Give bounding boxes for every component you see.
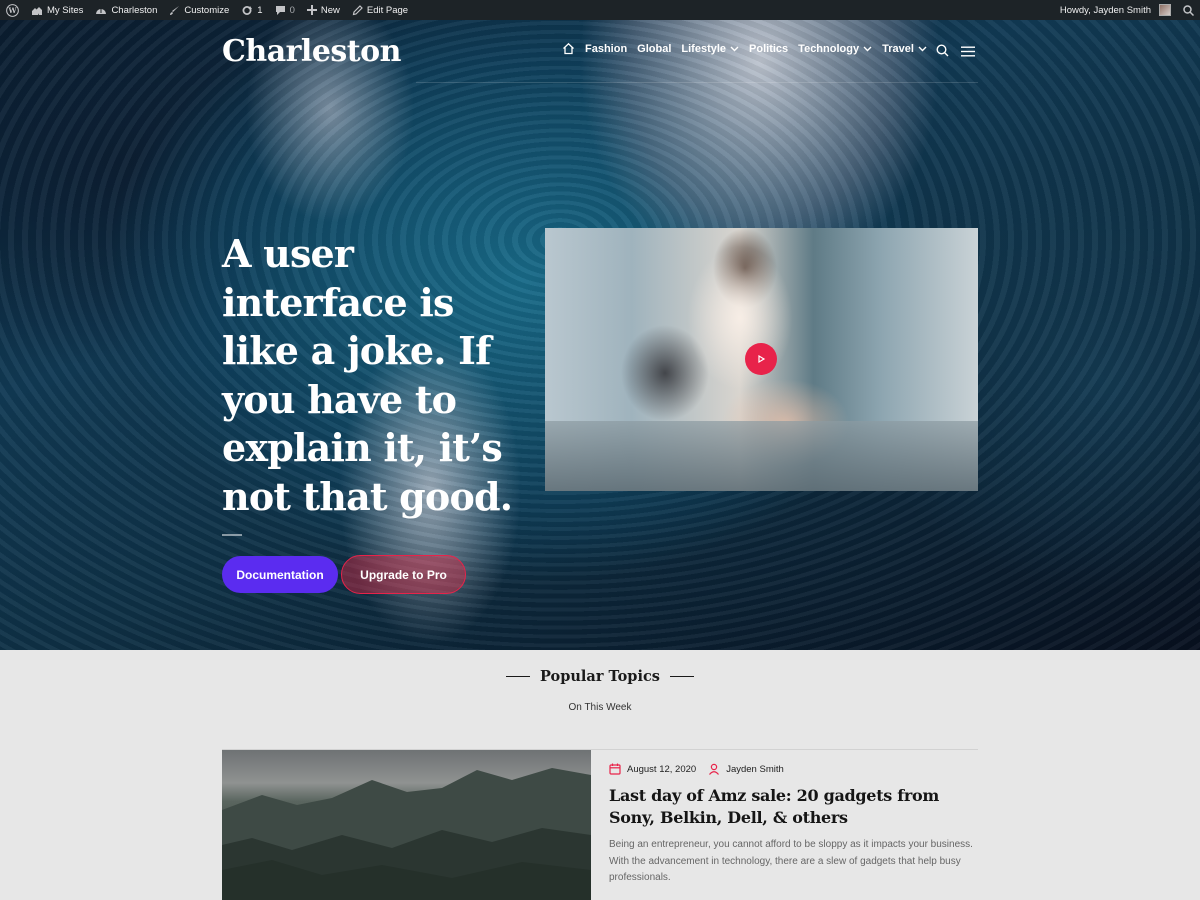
calendar-icon — [609, 763, 621, 775]
admin-bar: W My Sites Charleston Customize 1 0 New … — [0, 0, 1200, 20]
customize-link[interactable]: Customize — [163, 0, 235, 20]
hero-divider — [222, 534, 242, 536]
comment-icon — [275, 5, 285, 15]
heading-line — [669, 676, 694, 677]
upgrade-to-pro-button[interactable]: Upgrade to Pro — [341, 555, 466, 594]
home-icon[interactable] — [562, 42, 575, 55]
nav-item-lifestyle[interactable]: Lifestyle — [681, 43, 739, 55]
nav-item-politics[interactable]: Politics — [749, 43, 788, 55]
popular-topics-heading: Popular Topics — [0, 668, 1200, 685]
sites-icon — [32, 6, 42, 15]
post-thumbnail[interactable] — [222, 750, 591, 900]
new-label: New — [320, 4, 340, 16]
site-name-menu[interactable]: Charleston — [89, 0, 163, 20]
hamburger-menu-icon[interactable] — [961, 44, 975, 62]
chevron-down-icon — [918, 46, 927, 51]
updates-icon — [242, 5, 253, 15]
svg-text:W: W — [7, 6, 17, 15]
account-menu[interactable]: Howdy, Jayden Smith — [1054, 0, 1177, 20]
customize-label: Customize — [184, 4, 230, 16]
post-excerpt: Being an entrepreneur, you cannot afford… — [609, 839, 973, 883]
play-icon — [758, 354, 766, 364]
site-name-label: Charleston — [111, 4, 158, 16]
avatar — [1159, 4, 1171, 16]
post-meta: August 12, 2020 Jayden Smith — [609, 763, 784, 775]
admin-search-button[interactable] — [1177, 0, 1200, 20]
hero-video-thumbnail[interactable] — [545, 228, 978, 491]
nav-label: Travel — [882, 42, 914, 55]
post-title[interactable]: Last day of Amz sale: 20 gadgets from So… — [609, 785, 969, 829]
site-logo[interactable]: Charleston — [222, 34, 401, 69]
howdy-label: Howdy, Jayden Smith — [1059, 4, 1151, 16]
plus-icon — [306, 5, 317, 15]
updates-count: 1 — [257, 4, 263, 16]
my-sites-label: My Sites — [47, 4, 84, 16]
header-divider — [416, 82, 978, 83]
edit-page-link[interactable]: Edit Page — [346, 0, 414, 20]
primary-navigation: Fashion Global Lifestyle Politics Techno… — [562, 42, 927, 55]
user-icon — [709, 763, 720, 775]
nav-item-global[interactable]: Global — [637, 43, 671, 55]
search-icon[interactable] — [936, 44, 949, 62]
video-scene — [545, 421, 978, 491]
comments-count: 0 — [289, 4, 295, 16]
post-date[interactable]: August 12, 2020 — [627, 764, 696, 775]
nav-item-fashion[interactable]: Fashion — [585, 43, 627, 55]
updates-link[interactable]: 1 — [235, 0, 268, 20]
comments-link[interactable]: 0 — [269, 0, 301, 20]
dashboard-icon — [96, 8, 107, 14]
nav-label: Politics — [749, 42, 789, 55]
play-button[interactable] — [745, 343, 777, 375]
hero-section: Charleston Fashion Global Lifestyle Poli… — [0, 20, 1200, 650]
post-author[interactable]: Jayden Smith — [726, 764, 784, 775]
popular-topics-title: Popular Topics — [540, 668, 660, 685]
nav-item-travel[interactable]: Travel — [882, 43, 927, 55]
edit-page-label: Edit Page — [366, 4, 409, 16]
nav-label: Technology — [798, 42, 860, 55]
chevron-down-icon — [730, 46, 739, 51]
pencil-icon — [352, 4, 363, 15]
new-content-menu[interactable]: New — [301, 0, 346, 20]
search-icon — [1183, 4, 1194, 16]
documentation-button[interactable]: Documentation — [222, 556, 338, 593]
popular-topics-subtitle: On This Week — [568, 702, 632, 713]
nav-label: Fashion — [585, 42, 628, 55]
mountain-image — [222, 768, 591, 900]
my-sites-menu[interactable]: My Sites — [25, 0, 89, 20]
hero-title: A user interface is like a joke. If you … — [222, 231, 513, 519]
heading-line — [506, 676, 531, 677]
nav-label: Global — [637, 42, 672, 55]
nav-label: Lifestyle — [681, 42, 727, 55]
chevron-down-icon — [863, 46, 872, 51]
wordpress-logo-icon[interactable]: W — [0, 0, 25, 20]
brush-icon — [170, 5, 180, 15]
nav-item-technology[interactable]: Technology — [798, 43, 872, 55]
